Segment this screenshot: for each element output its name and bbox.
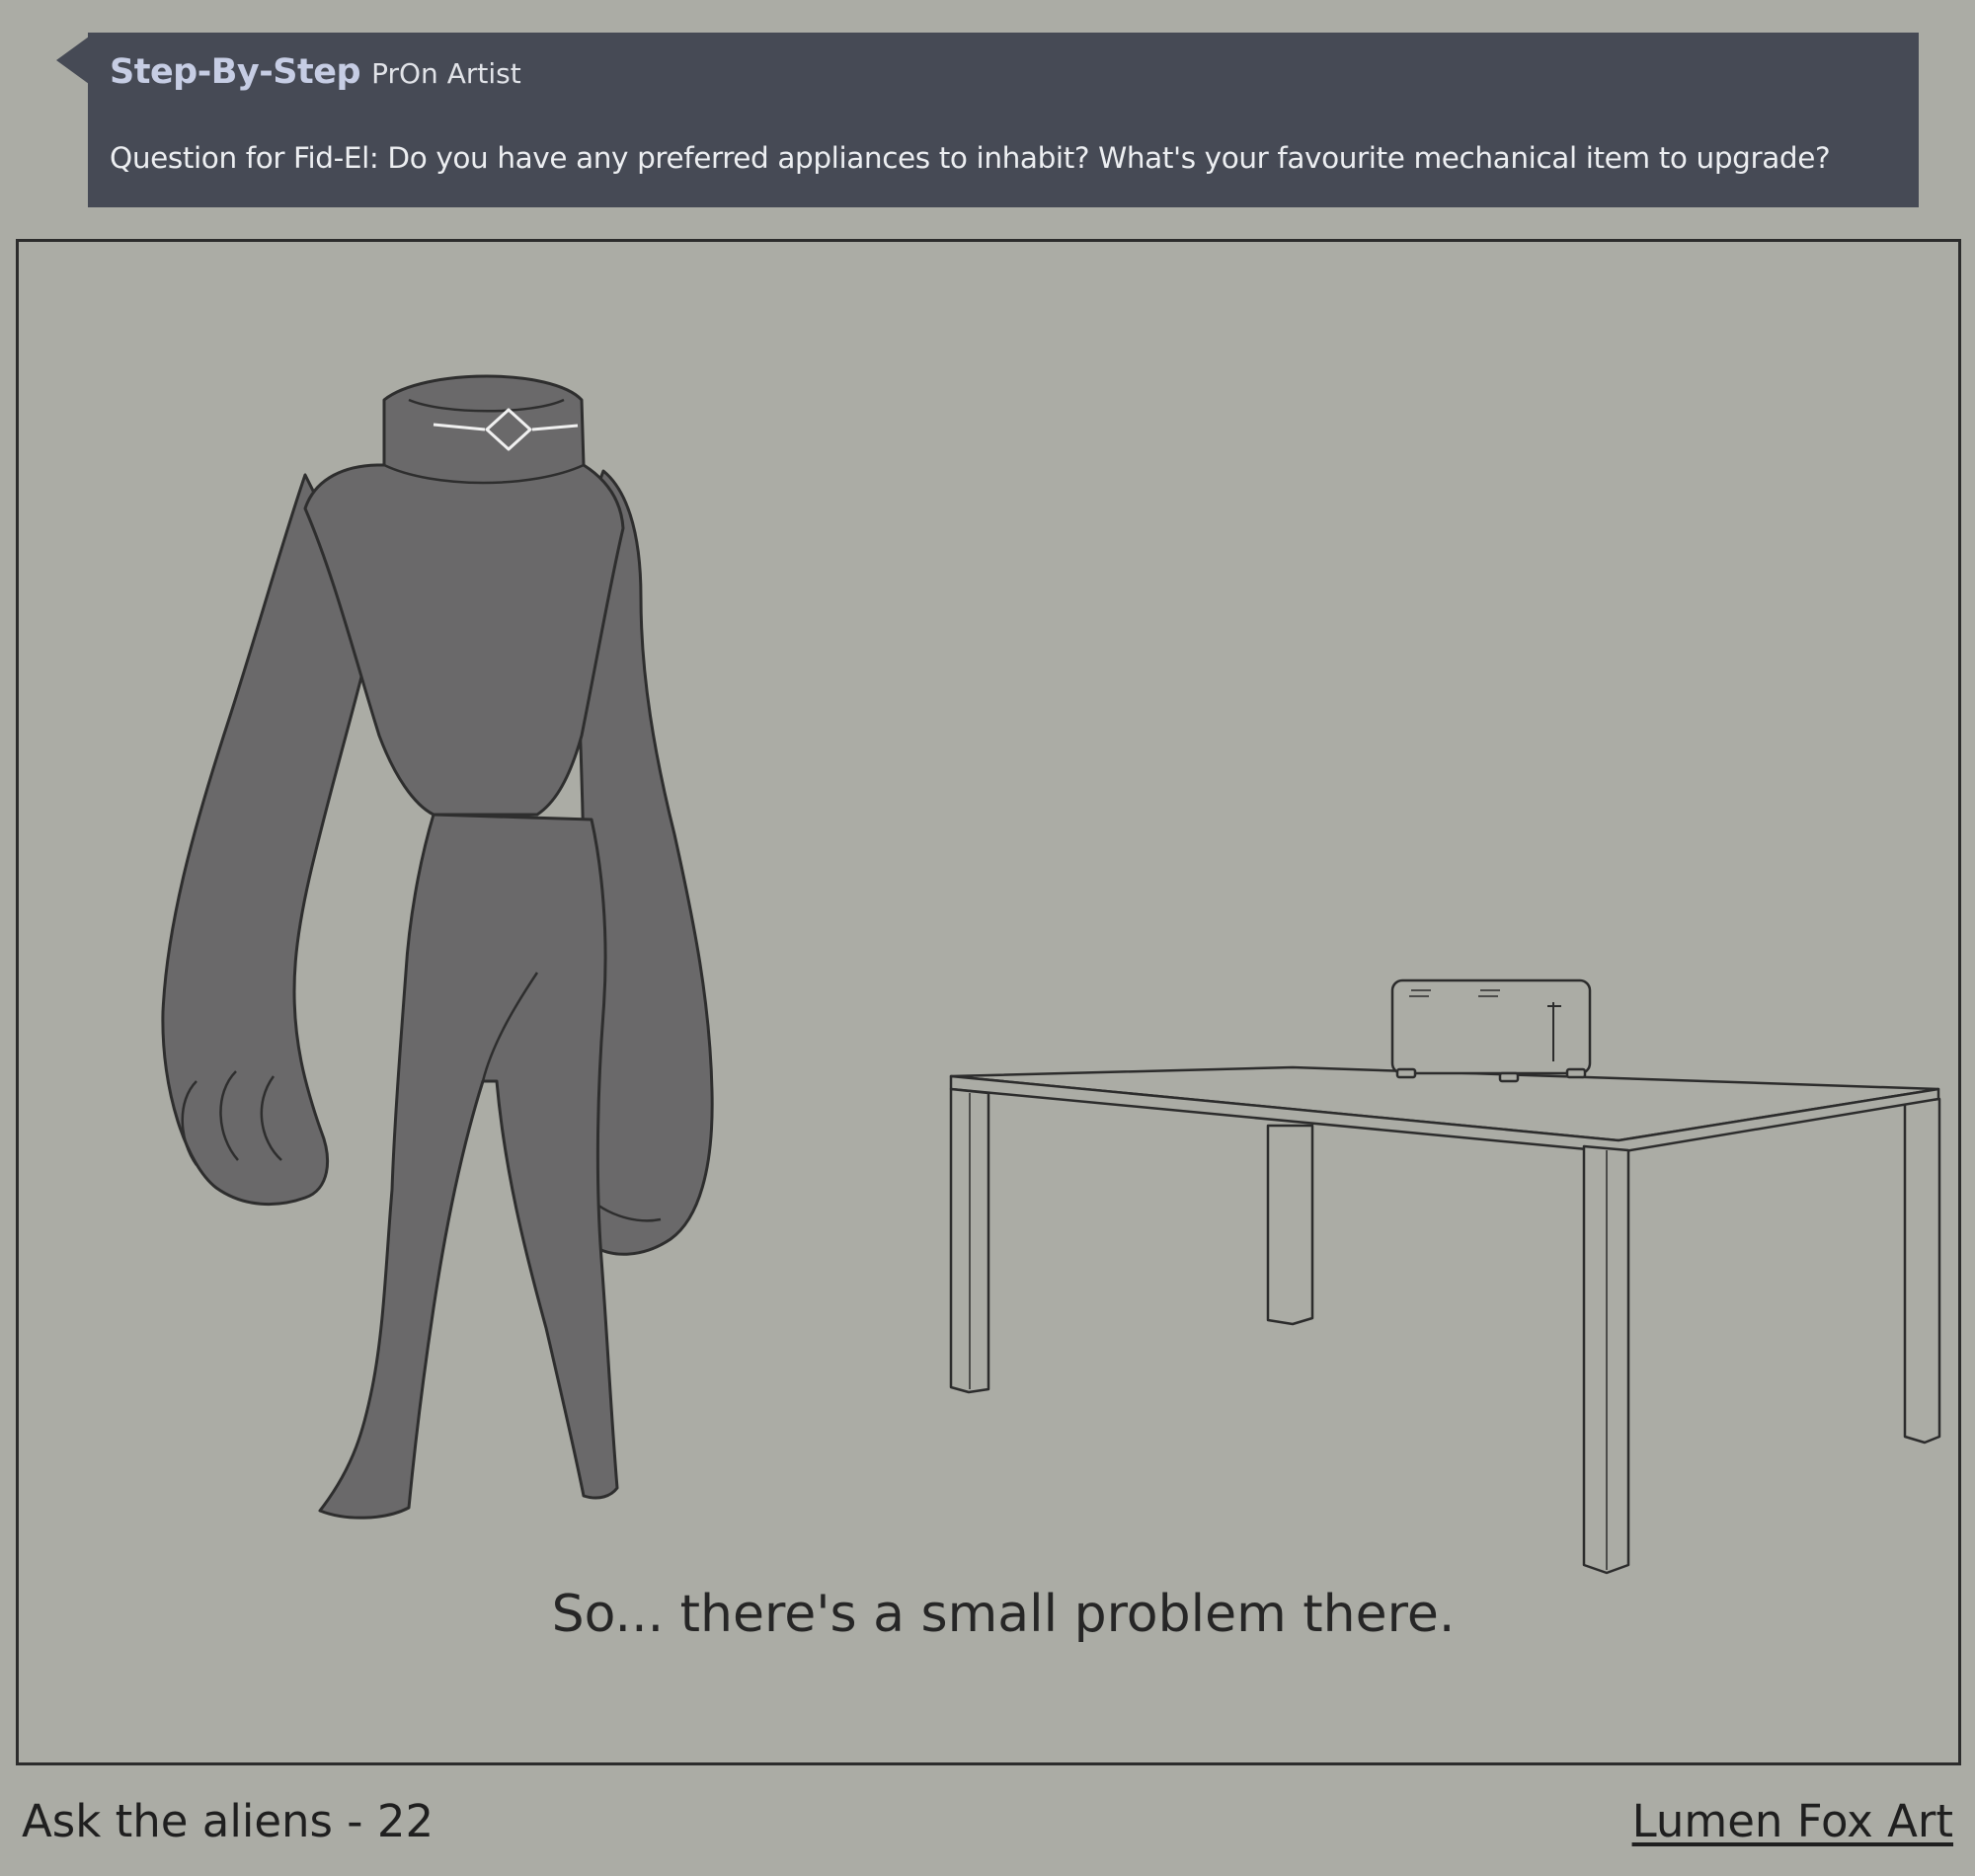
comment-author[interactable]: Step-By-Step: [110, 52, 361, 92]
alien-figure-icon: [161, 374, 714, 1520]
comment-author-role: PrOn Artist: [371, 57, 521, 90]
comic-illustration: [161, 374, 1941, 1575]
comic-title: Ask the aliens - 22: [22, 1795, 434, 1847]
table-icon: [949, 1065, 1941, 1575]
comment-box: Step-By-Step PrOn Artist Question for Fi…: [88, 33, 1919, 207]
comic-panel: So... there's a small problem there.: [16, 239, 1961, 1765]
comment-header: Step-By-Step PrOn Artist: [110, 42, 1897, 102]
comment-pointer-icon: [56, 37, 89, 84]
panel-caption: So... there's a small problem there.: [551, 1585, 1456, 1644]
comment-text: Question for Fid-El: Do you have any pre…: [110, 141, 1831, 175]
toaster-icon: [1390, 978, 1592, 1083]
artist-credit-link[interactable]: Lumen Fox Art: [1632, 1795, 1953, 1847]
